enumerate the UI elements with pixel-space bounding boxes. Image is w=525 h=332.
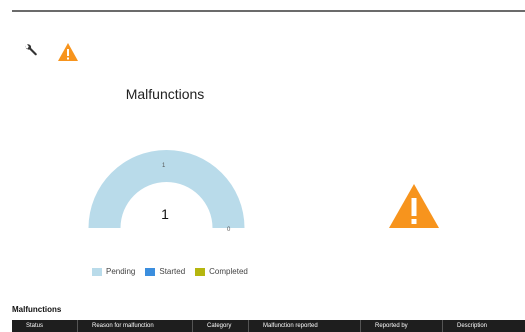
column-header-status[interactable]: Status (12, 320, 78, 332)
legend-item-completed[interactable]: Completed (195, 267, 248, 276)
legend-label: Started (159, 267, 186, 276)
gauge-center-value: 1 (161, 206, 169, 222)
legend-label: Pending (106, 267, 136, 276)
section-title: Malfunctions (12, 305, 62, 314)
gauge-min-label: 0 (227, 227, 231, 233)
chart-title: Malfunctions (125, 86, 205, 102)
column-header-reason[interactable]: Reason for malfunction (78, 320, 193, 332)
gauge-value-label: 1 (162, 163, 166, 169)
legend-swatch (145, 267, 156, 276)
wrench-icon[interactable] (22, 42, 40, 60)
column-header-reported[interactable]: Malfunction reported (249, 320, 361, 332)
warning-icon (388, 183, 440, 229)
column-header-description[interactable]: Description (443, 320, 525, 332)
warning-icon[interactable] (57, 42, 79, 62)
column-header-reported-by[interactable]: Reported by (361, 320, 443, 332)
legend-item-pending[interactable]: Pending (92, 267, 135, 276)
top-divider (12, 0, 525, 12)
legend-swatch (195, 267, 206, 276)
legend-swatch (92, 267, 102, 276)
legend-label: Completed (209, 267, 248, 276)
column-header-category[interactable]: Category (193, 320, 249, 332)
legend-item-started[interactable]: Started (145, 267, 185, 276)
chart-legend: Pending Started Completed (92, 267, 248, 276)
table-header: Status Reason for malfunction Category M… (12, 320, 525, 332)
